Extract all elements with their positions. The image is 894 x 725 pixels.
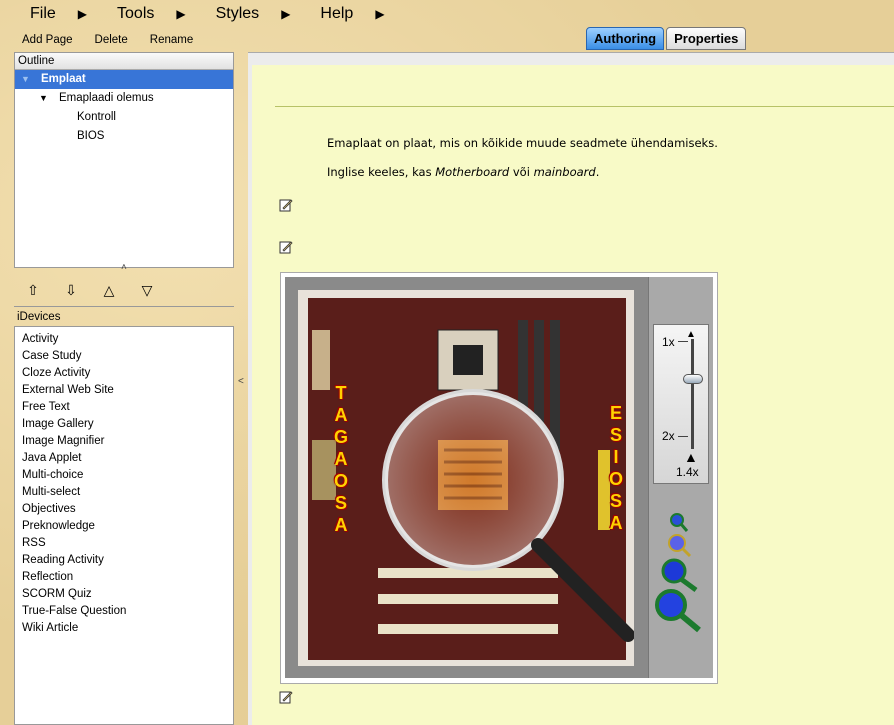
- idevices-header: iDevices: [14, 306, 234, 326]
- idevice-item[interactable]: Reflection: [15, 569, 233, 586]
- idevice-item[interactable]: Java Applet: [15, 450, 233, 467]
- menu-help[interactable]: Help ▶: [320, 5, 384, 23]
- edit-icon[interactable]: [279, 690, 293, 704]
- menu-bar: File ▶ Tools ▶ Styles ▶ Help ▶: [0, 0, 894, 28]
- mountain-small-icon: ▲: [686, 329, 696, 340]
- right-label-text: ESIOSA: [609, 402, 625, 534]
- outline-item-label: Emplaat: [41, 73, 86, 85]
- splitter-handle-icon[interactable]: ˄: [121, 262, 127, 273]
- rename-page-button[interactable]: Rename: [150, 34, 193, 46]
- submenu-arrow-icon: ▶: [77, 7, 88, 21]
- page-toolbar: Add Page Delete Rename: [0, 30, 240, 50]
- content-paragraph: Emaplaat on plaat, mis on kõikide muude …: [327, 136, 718, 150]
- outline-item-kontroll[interactable]: Kontroll: [15, 108, 233, 127]
- idevice-item[interactable]: External Web Site: [15, 382, 233, 399]
- idevice-item[interactable]: Objectives: [15, 501, 233, 518]
- zoom-size-1-icon[interactable]: [669, 512, 689, 534]
- outline-header: Outline: [15, 53, 233, 70]
- outline-item-emplaat[interactable]: ▼ Emplaat: [15, 70, 233, 89]
- zoom-max-label: 2x: [662, 429, 675, 443]
- demote-icon[interactable]: ⇩: [52, 282, 90, 299]
- tab-properties[interactable]: Properties: [666, 27, 747, 50]
- left-label-text: TAGAOSA: [334, 382, 350, 536]
- menu-file[interactable]: File ▶: [30, 5, 87, 23]
- idevice-item[interactable]: Activity: [15, 331, 233, 348]
- label-letters: TAGAOSA: [334, 383, 349, 535]
- add-page-button[interactable]: Add Page: [22, 34, 73, 46]
- idevice-item[interactable]: Wiki Article: [15, 620, 233, 637]
- outline-item-label: Kontroll: [77, 111, 116, 123]
- idevice-item[interactable]: Reading Activity: [15, 552, 233, 569]
- zoom-size-2-icon[interactable]: [667, 533, 693, 559]
- idevice-item[interactable]: RSS: [15, 535, 233, 552]
- idevice-item[interactable]: Case Study: [15, 348, 233, 365]
- menu-styles-label: Styles: [215, 5, 260, 22]
- idevice-item[interactable]: Multi-select: [15, 484, 233, 501]
- idevice-item[interactable]: True-False Question: [15, 603, 233, 620]
- outline-item-label: Emaplaadi olemus: [59, 92, 154, 104]
- content-paragraph: Inglise keeles, kas Motherboard või main…: [327, 165, 599, 179]
- edit-icon[interactable]: [279, 198, 293, 212]
- submenu-arrow-icon: ▶: [281, 7, 291, 21]
- idevice-item[interactable]: Image Gallery: [15, 416, 233, 433]
- expanded-triangle-icon[interactable]: ▼: [39, 89, 48, 108]
- tick: [678, 436, 688, 437]
- promote-icon[interactable]: ⇧: [14, 282, 52, 299]
- zoom-slider-panel: 1x 2x ▲ ▲ 1.4x: [653, 324, 709, 484]
- outline-panel: Outline ▼ Emplaat ▼ Emaplaadi olemus Kon…: [14, 52, 234, 268]
- outline-item-bios[interactable]: BIOS: [15, 127, 233, 146]
- zoom-min-label: 1x: [662, 335, 675, 349]
- zoom-slider-track[interactable]: [691, 339, 694, 449]
- zoom-slider-thumb[interactable]: [683, 374, 703, 384]
- title-divider: [275, 106, 894, 107]
- menu-styles[interactable]: Styles ▶: [216, 5, 291, 23]
- tab-authoring[interactable]: Authoring: [586, 27, 665, 50]
- tick: [678, 341, 688, 342]
- outline-reorder-toolbar: ⇧ ⇩ △ ▽: [14, 280, 234, 300]
- text-segment: või: [509, 165, 534, 179]
- splitter-handle-icon[interactable]: ˂: [238, 376, 244, 387]
- text-emphasis: Motherboard: [435, 165, 510, 179]
- move-up-icon[interactable]: △: [90, 282, 128, 299]
- submenu-arrow-icon: ▶: [375, 7, 385, 21]
- idevice-item[interactable]: Free Text: [15, 399, 233, 416]
- idevice-item[interactable]: Multi-choice: [15, 467, 233, 484]
- outline-item-label: BIOS: [77, 130, 105, 142]
- zoom-size-4-icon[interactable]: [653, 588, 703, 634]
- expanded-triangle-icon[interactable]: ▼: [21, 70, 30, 89]
- view-tabs: Authoring Properties: [586, 27, 748, 50]
- text-segment: Inglise keeles, kas: [327, 165, 436, 179]
- text-emphasis: mainboard: [533, 165, 596, 179]
- menu-tools-label: Tools: [117, 5, 155, 22]
- move-down-icon[interactable]: ▽: [128, 282, 166, 299]
- label-letters: ESIOSA: [609, 403, 624, 533]
- zoom-current-label: 1.4x: [676, 465, 699, 479]
- edit-icon[interactable]: [279, 240, 293, 254]
- outline-item-emaplaadi-olemus[interactable]: ▼ Emaplaadi olemus: [15, 89, 233, 108]
- menu-file-label: File: [30, 5, 56, 22]
- idevice-item[interactable]: Image Magnifier: [15, 433, 233, 450]
- submenu-arrow-icon: ▶: [176, 7, 186, 21]
- menu-help-label: Help: [320, 5, 354, 22]
- menu-tools[interactable]: Tools ▶: [117, 5, 186, 23]
- delete-page-button[interactable]: Delete: [95, 34, 128, 46]
- idevice-item[interactable]: Preknowledge: [15, 518, 233, 535]
- idevices-list: Activity Case Study Cloze Activity Exter…: [14, 326, 234, 725]
- mountain-large-icon: ▲: [684, 449, 698, 465]
- text-segment: .: [595, 165, 600, 179]
- idevice-item[interactable]: SCORM Quiz: [15, 586, 233, 603]
- idevice-item[interactable]: Cloze Activity: [15, 365, 233, 382]
